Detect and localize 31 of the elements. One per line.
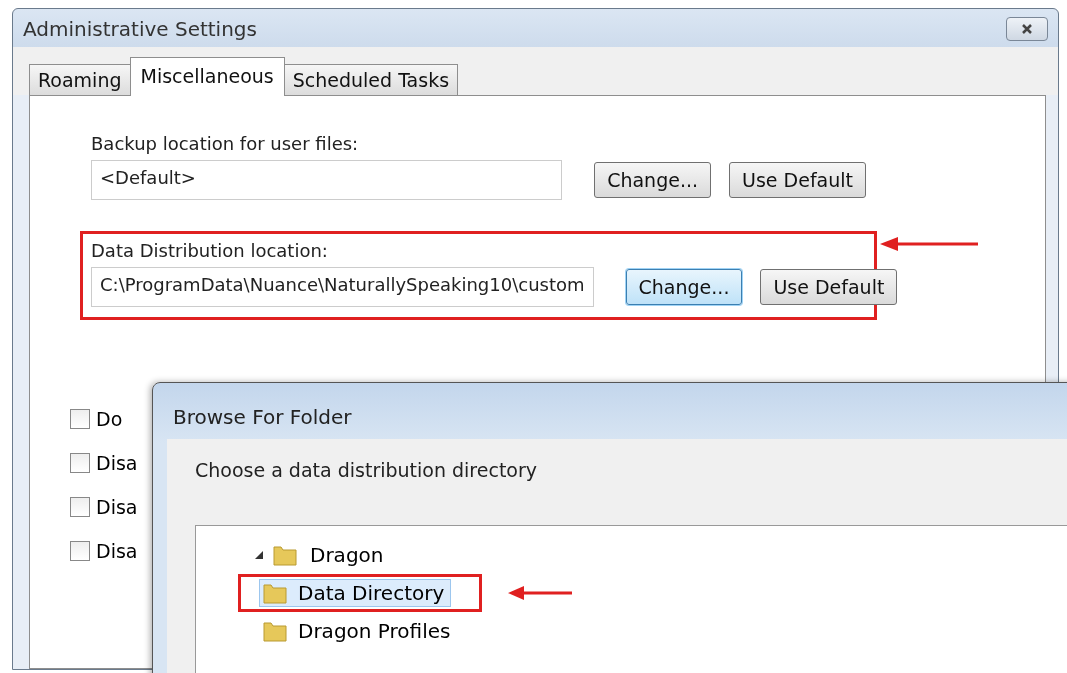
tree-item[interactable]: Data Directory (259, 579, 452, 607)
field-label: Data Distribution location: (91, 240, 329, 261)
checkbox-label: Disa (96, 452, 138, 474)
field-label: Backup location for user files: (91, 133, 360, 154)
dialog-button[interactable]: Change... (594, 162, 712, 198)
dialog-button[interactable]: Use Default (760, 269, 898, 305)
checkbox[interactable] (70, 409, 90, 429)
folder-icon (262, 619, 288, 643)
checkbox-label: Do (96, 408, 123, 430)
checkbox-label: Disa (96, 540, 138, 562)
tab[interactable]: Miscellaneous (129, 57, 285, 96)
input-field[interactable]: <Default> (91, 160, 563, 200)
tab[interactable]: Roaming (29, 64, 131, 95)
tree-item[interactable]: Dragon (306, 541, 388, 569)
input-field[interactable]: C:\ProgramData\Nuance\NaturallySpeaking10\custom (91, 267, 594, 307)
dialog-title: Browse For Folder (172, 404, 353, 431)
folder-icon (272, 543, 298, 567)
expand-triangle-icon[interactable] (254, 550, 264, 560)
prompt-text: Choose a data distribution directory (195, 459, 539, 481)
tab[interactable]: Scheduled Tasks (283, 64, 459, 95)
dialog-button[interactable]: Use Default (729, 162, 866, 198)
folder-icon (262, 581, 288, 605)
window-title: Administrative Settings (23, 17, 257, 41)
close-button[interactable] (1006, 17, 1048, 41)
tree-item[interactable]: Dragon Profiles (259, 617, 458, 645)
checkbox-label: Disa (96, 496, 138, 518)
checkbox[interactable] (70, 497, 90, 517)
checkbox[interactable] (70, 541, 90, 561)
dialog-button[interactable]: Change... (625, 269, 743, 305)
checkbox[interactable] (70, 453, 90, 473)
close-icon (1019, 23, 1035, 35)
